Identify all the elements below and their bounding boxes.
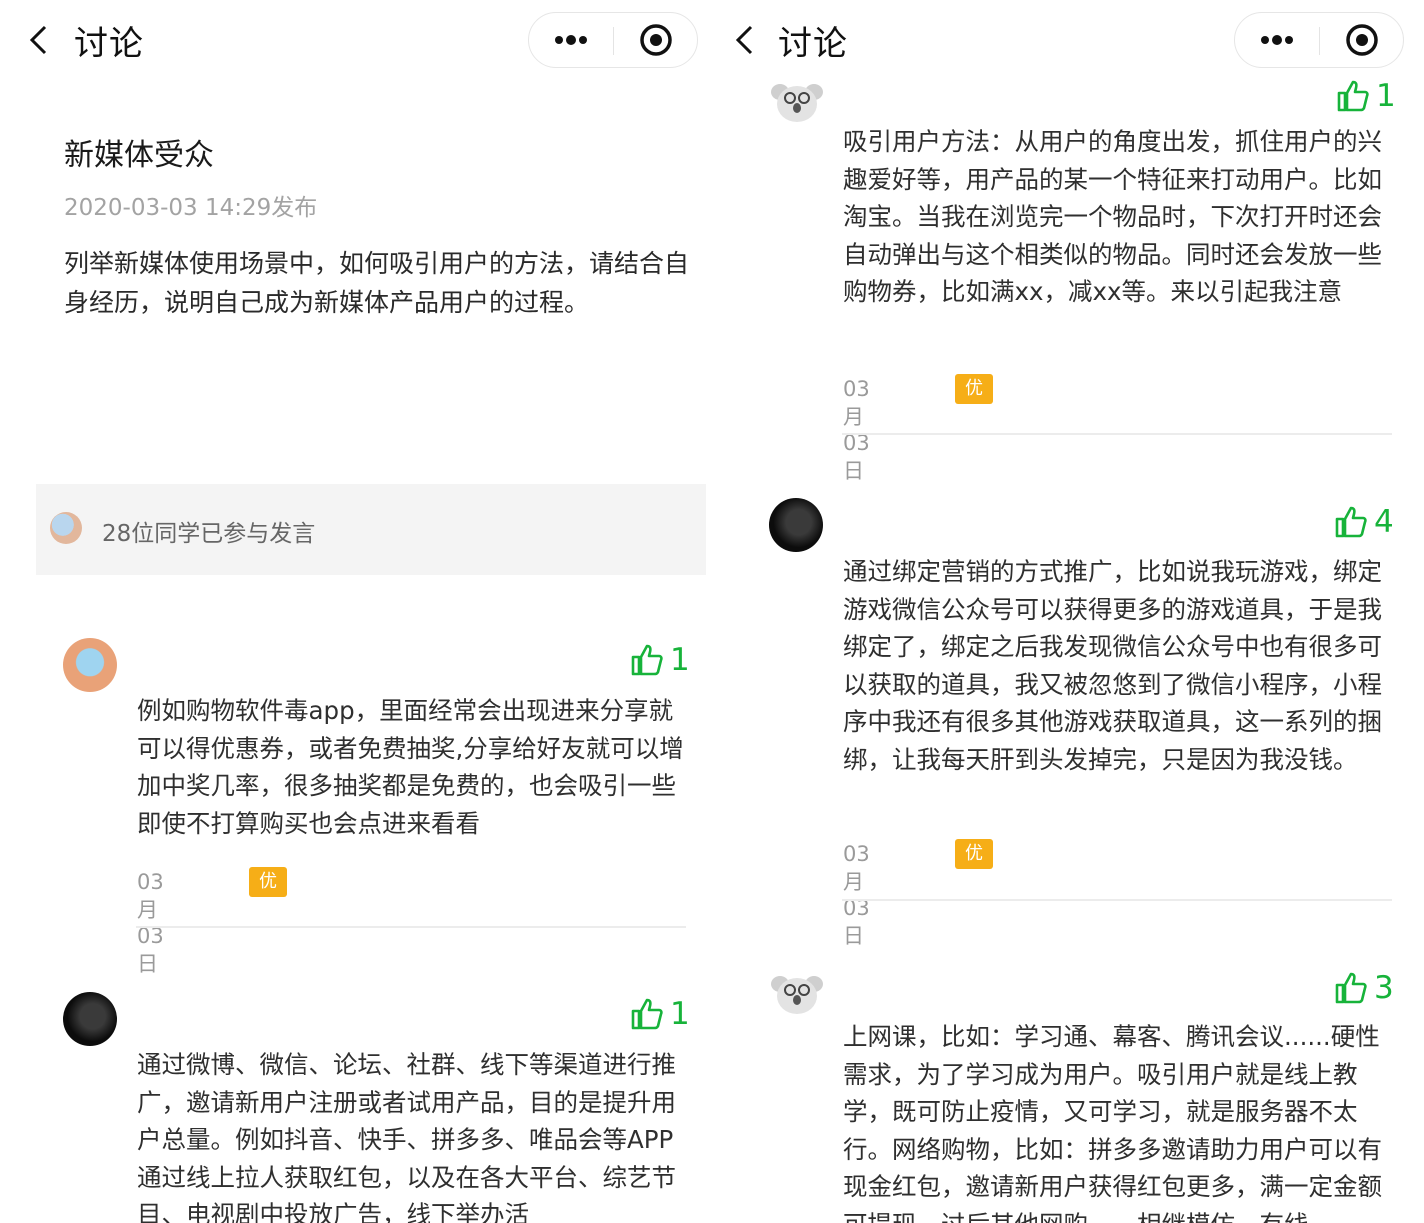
target-icon — [1346, 24, 1378, 56]
left-screen: 讨论 新媒体受众 2020-03-03 14:29发布 列举新媒体使用场景中，如… — [0, 0, 710, 1223]
koala-avatar-icon — [771, 976, 823, 1014]
comment-text: 例如购物软件毒app，里面经常会出现进来分享就可以得优惠券，或者免费抽奖,分享给… — [137, 696, 684, 838]
avatar[interactable] — [770, 84, 824, 124]
page-title: 讨论 — [778, 24, 848, 64]
excellent-badge: 优秀发言 — [955, 374, 993, 489]
divider — [842, 899, 1392, 901]
topic-body: 列举新媒体使用场景中，如何吸引用户的方法，请结合自身经历，说明自己成为新媒体产品… — [64, 249, 690, 317]
thumbs-up-icon — [631, 644, 663, 676]
mini-program-capsule — [1234, 12, 1404, 68]
comment-date: 03月03日 — [843, 842, 870, 948]
like-button[interactable]: 1 — [630, 996, 690, 1032]
thumbs-up-icon — [631, 998, 663, 1030]
comment-date: 03月03日 — [137, 870, 164, 976]
chevron-left-icon — [735, 25, 753, 55]
like-count: 1 — [670, 996, 690, 1032]
more-dots-icon — [555, 35, 587, 45]
target-icon — [640, 24, 672, 56]
avatar[interactable] — [63, 638, 117, 692]
like-button[interactable]: 1 — [1336, 78, 1396, 114]
thumbs-up-icon — [1337, 80, 1369, 112]
page-title: 讨论 — [74, 24, 144, 64]
participants-bar[interactable]: 28位同学已参与发言 — [36, 484, 706, 575]
capsule-divider — [1319, 27, 1320, 55]
comment-date: 03月03日 — [843, 377, 870, 483]
participants-count: 28位同学已参与发言 — [102, 521, 316, 547]
divider — [842, 433, 1392, 435]
divider — [136, 926, 686, 928]
like-count: 3 — [1374, 970, 1394, 1006]
avatar[interactable] — [63, 992, 117, 1046]
mini-program-capsule — [528, 12, 698, 68]
nav-bar: 讨论 — [0, 0, 710, 84]
thumbs-up-icon — [1335, 972, 1367, 1004]
right-screen: 讨论 1 吸引用户方法：从用户的角度出发，抓住用户的兴趣爱好等，用产品的某一个特… — [712, 0, 1424, 1223]
more-button[interactable] — [529, 13, 613, 67]
topic-title: 新媒体受众 — [64, 138, 214, 173]
nav-bar: 讨论 — [712, 0, 1424, 84]
excellent-badge: 优秀发言 — [955, 839, 993, 954]
excellent-badge: 优秀发言 — [249, 867, 287, 982]
more-dots-icon — [1261, 35, 1293, 45]
avatar[interactable] — [770, 976, 824, 1016]
like-button[interactable]: 3 — [1334, 970, 1394, 1006]
back-button[interactable] — [22, 22, 58, 58]
like-count: 4 — [1374, 504, 1394, 540]
capsule-divider — [613, 27, 614, 55]
comment-text: 吸引用户方法：从用户的角度出发，抓住用户的兴趣爱好等，用产品的某一个特征来打动用… — [843, 127, 1382, 306]
like-count: 1 — [670, 642, 690, 678]
chevron-left-icon — [29, 25, 47, 55]
topic-date: 2020-03-03 14:29发布 — [64, 195, 318, 221]
comment-text: 通过绑定营销的方式推广，比如说我玩游戏，绑定游戏微信公众号可以获得更多的游戏道具… — [843, 557, 1382, 774]
like-button[interactable]: 4 — [1334, 504, 1394, 540]
koala-avatar-icon — [771, 84, 823, 122]
comment-text: 通过微博、微信、论坛、社群、线下等渠道进行推广，邀请新用户注册或者试用产品，目的… — [137, 1050, 676, 1223]
thumbs-up-icon — [1335, 506, 1367, 538]
like-button[interactable]: 1 — [630, 642, 690, 678]
like-count: 1 — [1376, 78, 1396, 114]
comment-text: 上网课，比如：学习通、幕客、腾讯会议......硬性需求，为了学习成为用户。吸引… — [843, 1022, 1382, 1223]
more-button[interactable] — [1235, 13, 1319, 67]
avatar[interactable] — [769, 498, 823, 552]
close-button[interactable] — [1321, 13, 1403, 67]
participants-avatar-icon — [50, 512, 82, 544]
close-button[interactable] — [615, 13, 697, 67]
back-button[interactable] — [728, 22, 764, 58]
